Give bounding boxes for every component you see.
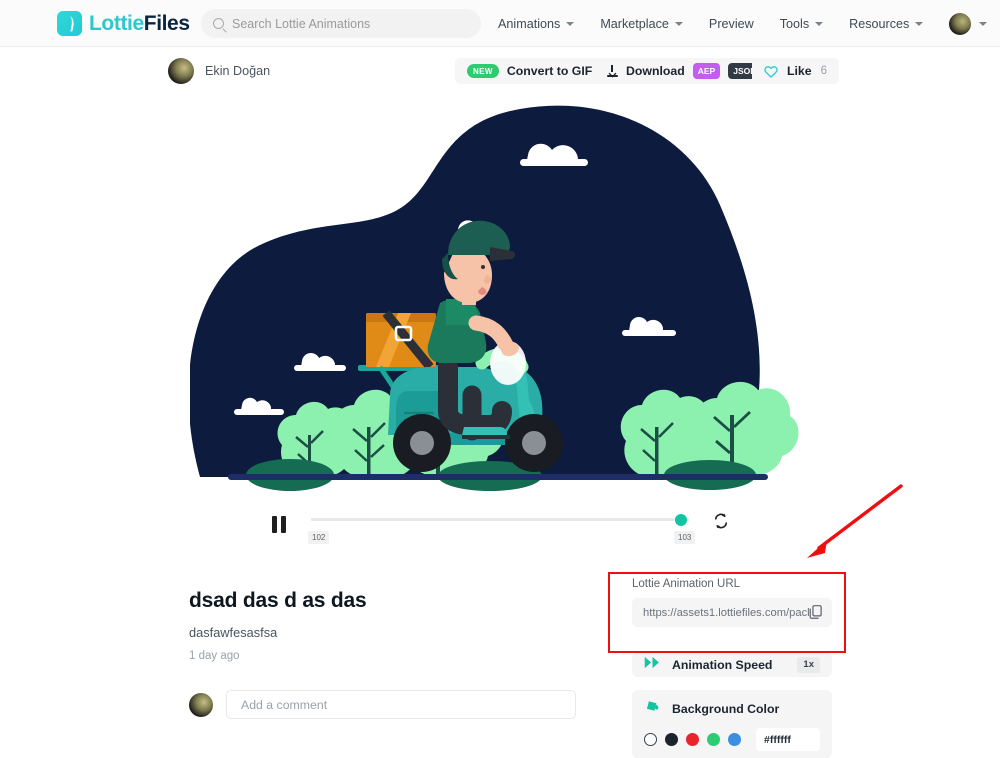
chevron-down-icon — [674, 21, 683, 26]
chevron-down-icon — [815, 21, 824, 26]
swatch-green[interactable] — [707, 733, 720, 746]
avatar — [168, 58, 194, 84]
nav-item-marketplace[interactable]: Marketplace — [600, 17, 683, 31]
search-placeholder: Search Lottie Animations — [232, 16, 371, 31]
logo-text-lottie: Lottie — [89, 11, 144, 35]
nav-links: Animations Marketplace Preview Tools Res… — [498, 0, 988, 47]
top-navigation-bar: LottieFiles Search Lottie Animations Ani… — [0, 0, 1000, 47]
chevron-down-icon — [915, 21, 924, 26]
download-label: Download — [626, 64, 685, 78]
nav-item-animations-label: Animations — [498, 16, 561, 31]
avatar — [189, 692, 213, 717]
pause-icon[interactable] — [272, 516, 288, 533]
nav-item-resources[interactable]: Resources — [849, 16, 924, 31]
background-color-swatches: #ffffff — [644, 728, 820, 751]
copy-icon[interactable] — [809, 605, 823, 620]
comment-placeholder: Add a comment — [241, 697, 328, 712]
animation-url-section: Lottie Animation URL https://assets1.lot… — [632, 578, 832, 627]
url-value: https://assets1.lottiefiles.com/pack — [643, 606, 809, 619]
animation-speed-row[interactable]: Animation Speed 1x — [632, 652, 832, 677]
background-hex-value: #ffffff — [764, 733, 791, 746]
page-title: dsad das d as das — [189, 589, 367, 612]
timeline-fill — [311, 518, 689, 521]
like-count: 6 — [820, 65, 828, 77]
nav-item-preview-label: Preview — [708, 16, 754, 31]
convert-to-gif-label: Convert to GIF — [506, 64, 593, 78]
player-controls — [0, 505, 1000, 555]
paint-bucket-icon — [644, 698, 661, 719]
nav-item-preview[interactable]: Preview — [709, 17, 754, 31]
like-label: Like — [787, 64, 812, 78]
comment-input[interactable]: Add a comment — [226, 690, 576, 719]
background-color-label: Background Color — [672, 701, 780, 716]
download-aep-badge[interactable]: AEP — [692, 63, 721, 79]
fast-forward-icon — [644, 656, 661, 674]
background-color-section: Background Color #ffffff — [632, 690, 832, 758]
author-info[interactable]: Ekin Doğan — [168, 58, 270, 84]
nav-item-animations[interactable]: Animations — [498, 16, 575, 31]
lottiefiles-logo-icon — [57, 11, 82, 36]
timeline-scrubber-handle[interactable] — [675, 514, 687, 526]
animation-speed-value[interactable]: 1x — [797, 656, 820, 673]
swatch-white[interactable] — [644, 733, 657, 746]
nav-item-tools[interactable]: Tools — [779, 16, 824, 31]
author-name: Ekin Doğan — [205, 64, 271, 78]
search-icon — [213, 18, 224, 29]
scooter-delivery-animation — [190, 105, 799, 491]
like-button[interactable]: Like 6 — [752, 58, 840, 84]
nav-item-marketplace-label: Marketplace — [600, 16, 669, 31]
heart-icon — [764, 65, 778, 78]
swatch-blue[interactable] — [728, 733, 741, 746]
loop-icon[interactable] — [712, 512, 730, 530]
frame-end-label: 103 — [674, 531, 696, 544]
download-icon — [607, 65, 618, 77]
timeline-scrubber-track[interactable] — [311, 518, 689, 521]
animation-preview-stage[interactable] — [0, 95, 1000, 495]
logo-text-files: Files — [143, 11, 190, 35]
swatch-red[interactable] — [686, 733, 699, 746]
timestamp: 1 day ago — [189, 650, 240, 662]
comment-composer: Add a comment — [189, 690, 576, 719]
swatch-black[interactable] — [665, 733, 678, 746]
convert-to-gif-button[interactable]: NEW Convert to GIF — [455, 58, 605, 84]
avatar — [949, 12, 972, 35]
user-menu[interactable] — [949, 12, 988, 35]
search-input[interactable]: Search Lottie Animations — [201, 9, 481, 38]
new-badge: NEW — [467, 64, 499, 78]
background-color-header: Background Color — [644, 698, 820, 719]
chevron-down-icon — [566, 21, 575, 26]
animation-speed-label: Animation Speed — [672, 657, 773, 672]
background-hex-input[interactable]: #ffffff — [756, 728, 820, 751]
lottiefiles-logo[interactable]: LottieFiles — [57, 11, 190, 36]
animation-description: dasfawfesasfsa — [189, 625, 278, 640]
chevron-down-icon — [979, 21, 988, 26]
lottie-animation-url-field[interactable]: https://assets1.lottiefiles.com/pack — [632, 598, 832, 627]
nav-item-tools-label: Tools — [779, 16, 810, 31]
url-field-label: Lottie Animation URL — [632, 578, 741, 590]
download-button[interactable]: Download AEP JSON — [595, 58, 774, 84]
logo-wordmark: LottieFiles — [89, 12, 190, 36]
nav-item-resources-label: Resources — [849, 16, 910, 31]
frame-start-label: 102 — [308, 531, 330, 544]
